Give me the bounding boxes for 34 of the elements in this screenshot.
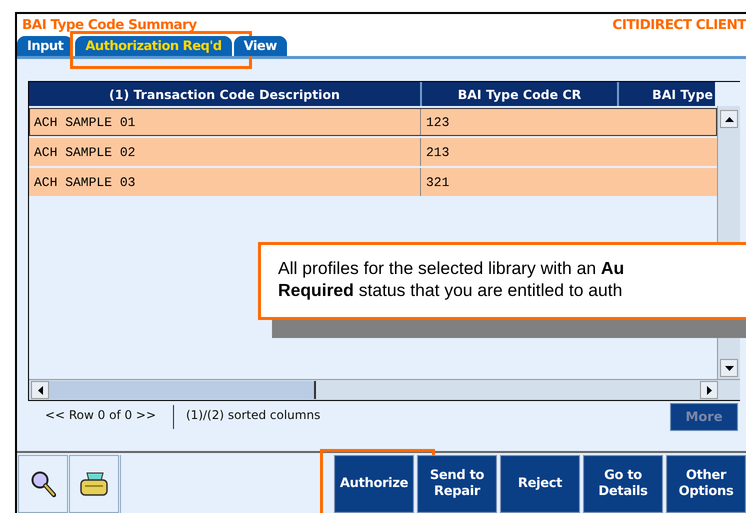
row-navigation[interactable]: << Row 0 of 0 >> [28,405,174,429]
printer-icon [79,471,109,497]
action-button[interactable]: Authorize [334,455,414,513]
action-button[interactable]: Reject [500,455,580,513]
tab[interactable]: View [234,36,287,56]
table-cell-text: 213 [425,144,450,160]
column-header[interactable]: BAI Type Code CR [422,82,619,106]
column-header[interactable]: (1) Transaction Code Description [29,82,422,106]
scroll-thumb[interactable] [49,381,316,399]
horizontal-scrollbar[interactable] [29,379,740,400]
scroll-left-icon[interactable] [31,381,49,399]
page-title: BAI Type Code Summary [22,17,197,33]
table-cell-text: 321 [425,174,450,190]
print-button[interactable] [69,455,119,513]
search-button[interactable] [18,455,68,513]
scroll-down-icon[interactable] [720,359,738,377]
scroll-right-icon[interactable] [700,381,718,399]
sort-status: (1)/(2) sorted columns [185,407,322,424]
table-cell: ACH SAMPLE 01 [29,108,421,136]
table-cell: ACH SAMPLE 02 [29,138,421,166]
callout-note: All profiles for the selected library with an Au Required status that you are entitled to auth [258,242,746,320]
search-icon [30,470,56,498]
action-button[interactable]: Send to Repair [417,455,497,513]
table-row[interactable]: ACH SAMPLE 01 123 [29,108,717,136]
client-name: CITIDIRECT CLIENT [612,17,746,33]
action-button[interactable]: Other Options [666,455,746,513]
table-cell: ACH SAMPLE 03 [29,168,421,196]
table-row[interactable]: ACH SAMPLE 02 213 [29,138,717,166]
table-row[interactable]: ACH SAMPLE 03 321 [29,168,717,196]
tab[interactable]: Authorization Req'd [75,36,232,56]
table-cell-text: 123 [425,114,450,130]
action-button[interactable]: Go to Details [583,455,663,513]
column-header[interactable]: BAI Type [619,82,715,106]
scroll-up-icon[interactable] [720,110,738,128]
